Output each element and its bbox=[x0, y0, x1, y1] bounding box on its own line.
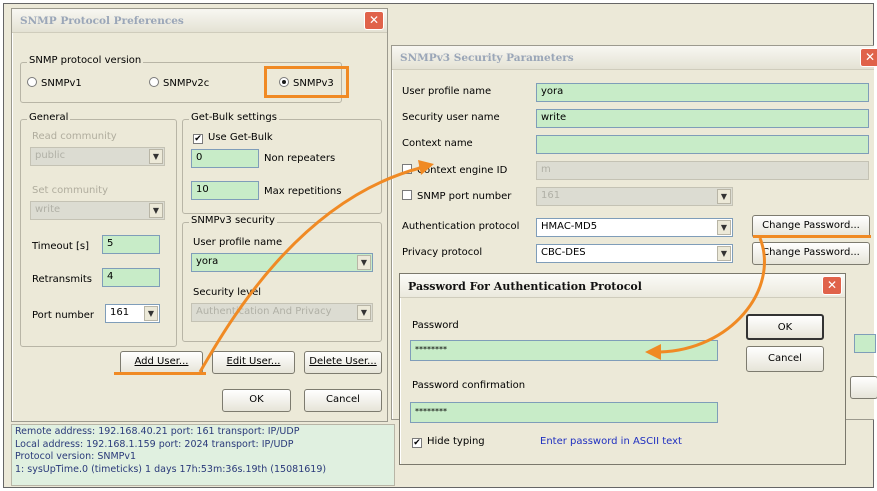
arrow-add-user-to-v3params bbox=[198, 166, 421, 373]
arrow-change-password-to-dialog bbox=[659, 237, 766, 354]
arrowhead-icon bbox=[418, 160, 434, 175]
arrowhead-icon bbox=[645, 344, 661, 360]
annotation-arrows bbox=[198, 160, 766, 373]
